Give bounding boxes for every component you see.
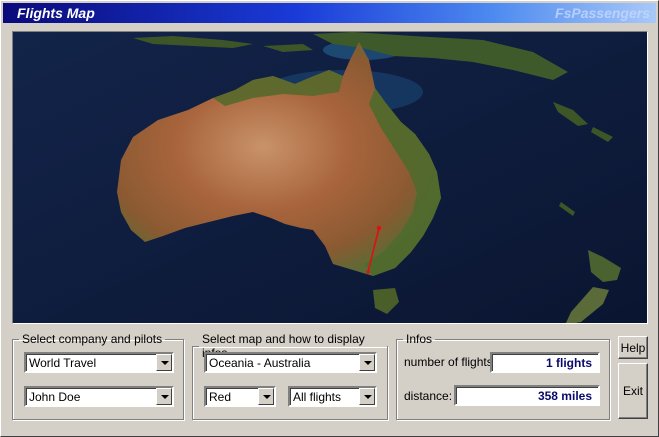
route-end-marker (366, 270, 370, 274)
brand-label: FsPassengers (555, 5, 650, 21)
map-select[interactable]: Oceania - Australia (204, 352, 377, 373)
pilot-select-dropdown-icon[interactable] (156, 388, 172, 405)
help-button[interactable]: Help (618, 336, 648, 359)
map-select-value: Oceania - Australia (209, 356, 311, 370)
company-select[interactable]: World Travel (24, 352, 174, 373)
flight-filter-select[interactable]: All flights (288, 386, 377, 407)
company-select-dropdown-icon[interactable] (156, 354, 172, 371)
flight-filter-select-value: All flights (293, 390, 342, 404)
distance-field: 358 miles (454, 385, 600, 406)
flights-count-field: 1 flights (490, 352, 600, 373)
route-color-select-value: Red (209, 390, 232, 404)
route-color-dropdown-icon[interactable] (258, 388, 274, 405)
route-start-marker (376, 225, 382, 231)
flight-map[interactable] (12, 31, 648, 324)
flights-count-label: number of flights: (404, 355, 497, 369)
company-select-value: World Travel (29, 356, 97, 370)
company-group-legend: Select company and pilots (22, 332, 163, 346)
pilot-select[interactable]: John Doe (24, 386, 174, 407)
pilot-select-value: John Doe (29, 390, 81, 404)
infos-group-legend: Infos (406, 332, 433, 346)
route-color-select[interactable]: Red (204, 386, 276, 407)
window-title: Flights Map (17, 5, 95, 21)
exit-button[interactable]: Exit (618, 363, 648, 419)
distance-label: distance: (404, 389, 453, 403)
infos-group: Infos (396, 332, 610, 420)
map-image (13, 32, 647, 323)
title-bar: Flights Map FsPassengers (3, 3, 656, 23)
map-select-dropdown-icon[interactable] (359, 354, 375, 371)
flights-map-window: Flights Map FsPassengers Select company … (0, 0, 659, 437)
flight-filter-dropdown-icon[interactable] (359, 388, 375, 405)
